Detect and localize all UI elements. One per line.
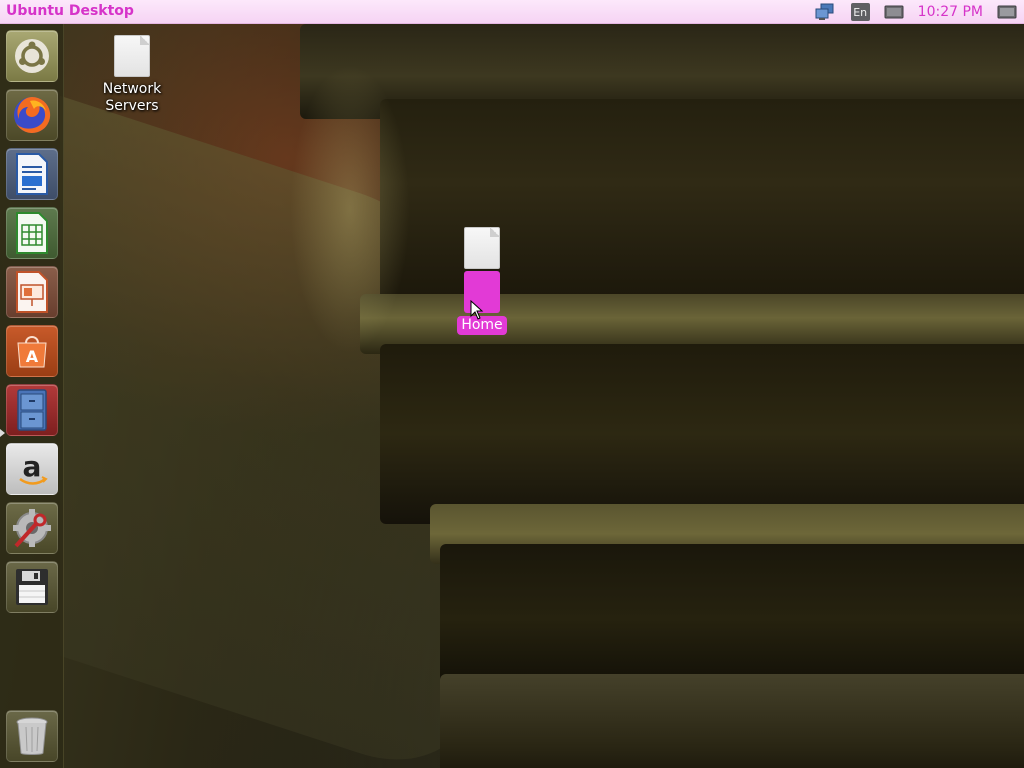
clock-label: 10:27 PM <box>917 4 983 20</box>
ubuntu-software-button[interactable]: A <box>6 325 58 377</box>
floppy-disk-icon <box>16 569 48 605</box>
panel-title: Ubuntu Desktop <box>6 3 134 19</box>
clock[interactable]: 10:27 PM <box>911 0 990 24</box>
ubuntu-software-icon: A <box>17 336 47 368</box>
libreoffice-writer-icon <box>16 153 48 195</box>
desktop-wallpaper <box>0 24 1024 768</box>
panel-indicators: En 10:27 PM <box>808 0 1024 24</box>
svg-text:a: a <box>23 450 42 483</box>
network-icon[interactable] <box>808 0 844 24</box>
libreoffice-calc-icon <box>16 212 48 254</box>
system-settings-button[interactable] <box>6 502 58 554</box>
libreoffice-calc-button[interactable] <box>6 207 58 259</box>
libreoffice-writer-button[interactable] <box>6 148 58 200</box>
trash-icon <box>16 717 48 755</box>
floppy-disk-button[interactable] <box>6 561 58 613</box>
display-icon[interactable] <box>877 0 911 24</box>
wallpaper-book <box>380 344 1024 524</box>
launcher: A a <box>0 24 64 768</box>
desktop-icon-label: Network Servers <box>102 81 162 114</box>
wallpaper-frayed-edge <box>290 64 410 354</box>
file-manager-button[interactable] <box>6 384 58 436</box>
ubuntu-logo-icon <box>15 39 49 73</box>
trash-button[interactable] <box>6 710 58 762</box>
session-icon[interactable] <box>990 0 1024 24</box>
wallpaper-book <box>440 674 1024 768</box>
libreoffice-impress-icon <box>16 271 48 313</box>
firefox-icon <box>14 96 51 133</box>
amazon-button[interactable]: a <box>6 443 58 495</box>
file-icon <box>114 35 150 77</box>
keyboard-layout-indicator[interactable]: En <box>844 0 877 24</box>
mouse-cursor-icon <box>470 300 484 320</box>
ubuntu-dash-button[interactable] <box>6 30 58 82</box>
firefox-button[interactable] <box>6 89 58 141</box>
unnamed-file-desktop-icon[interactable] <box>463 227 501 269</box>
network-servers-desktop-icon[interactable]: Network Servers <box>100 35 164 115</box>
top-panel: Ubuntu Desktop En 10:27 PM <box>0 0 1024 24</box>
file-manager-icon <box>17 389 47 431</box>
libreoffice-impress-button[interactable] <box>6 266 58 318</box>
file-icon <box>464 227 500 269</box>
svg-text:A: A <box>26 347 39 366</box>
system-settings-icon <box>13 509 51 548</box>
running-indicator <box>0 429 5 437</box>
keyboard-layout-label: En <box>850 3 870 21</box>
amazon-icon: a <box>19 450 48 485</box>
wallpaper-book <box>440 544 1024 694</box>
